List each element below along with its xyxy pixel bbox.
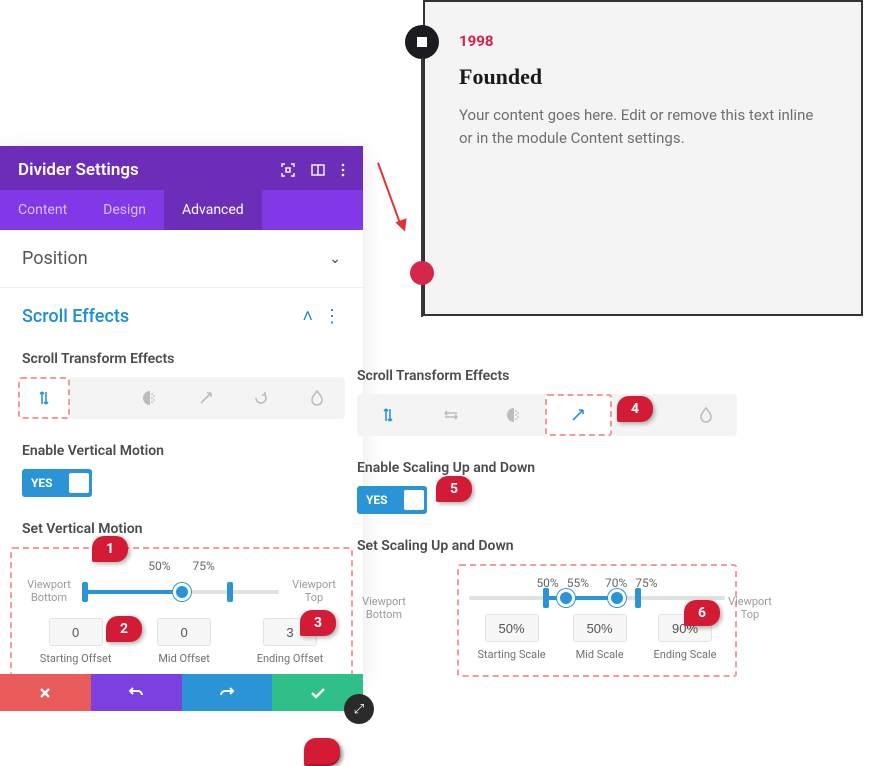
- timeline-title: Founded: [459, 64, 829, 90]
- scroll-effects-toggle-row-right: [357, 394, 737, 436]
- divider-settings-modal: Divider Settings Content Design Advanced…: [0, 146, 363, 681]
- overflow-icon[interactable]: ⋮: [323, 306, 341, 327]
- badge-2: 2: [106, 616, 142, 642]
- annotation-arrow: [377, 162, 401, 225]
- effect-fade-icon[interactable]: [122, 377, 178, 419]
- modal-title: Divider Settings: [18, 160, 139, 180]
- tab-content[interactable]: Content: [0, 190, 85, 230]
- effect-vertical-icon[interactable]: [18, 377, 70, 419]
- effect-horizontal-icon[interactable]: [420, 394, 483, 436]
- toggle-yes-label: YES: [22, 469, 62, 497]
- discard-button[interactable]: [0, 674, 91, 711]
- badge-1: 1: [92, 536, 128, 562]
- redo-button[interactable]: [182, 674, 273, 711]
- scroll-transform-label-right: Scroll Transform Effects: [357, 362, 737, 394]
- viewport-bottom-label: Viewport Bottom: [357, 596, 411, 621]
- scale-label-2: 70%: [605, 576, 627, 590]
- scale-label-1: 55%: [567, 576, 589, 590]
- scroll-indicator-dot: [410, 261, 434, 285]
- badge-4: 4: [617, 396, 653, 422]
- badge-5: 5: [436, 476, 472, 502]
- starting-offset-caption: Starting Offset: [40, 652, 112, 665]
- effect-horizontal-icon[interactable]: [70, 377, 122, 419]
- settings-tabs: Content Design Advanced: [0, 190, 363, 230]
- set-scaling-label: Set Scaling Up and Down: [357, 532, 737, 564]
- tab-advanced[interactable]: Advanced: [164, 190, 262, 230]
- starting-scale-caption: Starting Scale: [477, 648, 545, 661]
- effect-scale-icon[interactable]: [178, 377, 234, 419]
- chevron-up-icon: ˄: [302, 306, 313, 327]
- badge-6: 6: [684, 600, 720, 626]
- slider-label-end: 75%: [193, 559, 215, 573]
- overflow-icon[interactable]: [341, 163, 345, 177]
- chevron-down-icon: ⌄: [329, 251, 341, 267]
- mid-offset-input[interactable]: [157, 618, 211, 646]
- columns-icon[interactable]: [311, 163, 325, 177]
- ending-offset-caption: Ending Offset: [257, 652, 324, 665]
- badge-3b: [304, 738, 340, 764]
- annotation-arrow-head: [395, 218, 410, 233]
- section-position[interactable]: Position ⌄: [0, 230, 363, 288]
- mid-scale-caption: Mid Scale: [573, 648, 627, 661]
- tab-design[interactable]: Design: [85, 190, 164, 230]
- scaling-panel: Scroll Transform Effects Enable Scaling …: [357, 362, 737, 677]
- modal-header: Divider Settings: [0, 146, 363, 190]
- effect-blur-icon[interactable]: [289, 377, 345, 419]
- enable-scaling-toggle[interactable]: YES: [357, 486, 427, 514]
- viewport-bottom-label: Viewport Bottom: [22, 579, 76, 604]
- scroll-transform-label: Scroll Transform Effects: [0, 345, 363, 377]
- enable-scaling-label: Enable Scaling Up and Down: [357, 454, 737, 486]
- viewport-top-label: Viewport Top: [723, 596, 777, 621]
- ending-scale-caption: Ending Scale: [654, 648, 717, 661]
- effect-vertical-icon[interactable]: [357, 394, 420, 436]
- effect-rotate-icon[interactable]: [234, 377, 290, 419]
- expand-icon[interactable]: ⤢: [344, 694, 374, 724]
- effect-blur-icon[interactable]: [674, 394, 737, 436]
- viewport-top-label: Viewport Top: [287, 579, 341, 604]
- vertical-slider-track[interactable]: [84, 590, 279, 594]
- mid-offset-caption: Mid Offset: [157, 652, 211, 665]
- timeline-year: 1998: [459, 32, 829, 50]
- badge-3: 3: [300, 610, 336, 636]
- effect-fade-icon[interactable]: [482, 394, 545, 436]
- section-scroll-effects[interactable]: Scroll Effects ˄ ⋮: [0, 288, 363, 345]
- effect-scale-icon[interactable]: [545, 394, 612, 436]
- starting-scale-input[interactable]: [485, 614, 539, 642]
- scroll-effects-toggle-row: [18, 377, 345, 419]
- enable-vertical-toggle[interactable]: YES: [22, 469, 92, 497]
- starting-offset-input[interactable]: [49, 618, 103, 646]
- enable-vertical-label: Enable Vertical Motion: [0, 437, 363, 469]
- mid-scale-input[interactable]: [573, 614, 627, 642]
- slider-label-mid: 50%: [148, 559, 170, 573]
- timeline-body: Your content goes here. Edit or remove t…: [459, 104, 829, 151]
- focus-icon[interactable]: [281, 163, 295, 177]
- section-position-label: Position: [22, 248, 88, 269]
- scaling-slider-track[interactable]: [469, 596, 725, 600]
- preview-card: 1998 Founded Your content goes here. Edi…: [423, 0, 863, 316]
- section-scroll-effects-label: Scroll Effects: [22, 306, 129, 327]
- timeline-marker: [405, 25, 439, 59]
- modal-action-bar: [0, 674, 363, 711]
- toggle-yes-label: YES: [357, 486, 397, 514]
- undo-button[interactable]: [91, 674, 182, 711]
- set-vertical-label: Set Vertical Motion: [0, 515, 363, 547]
